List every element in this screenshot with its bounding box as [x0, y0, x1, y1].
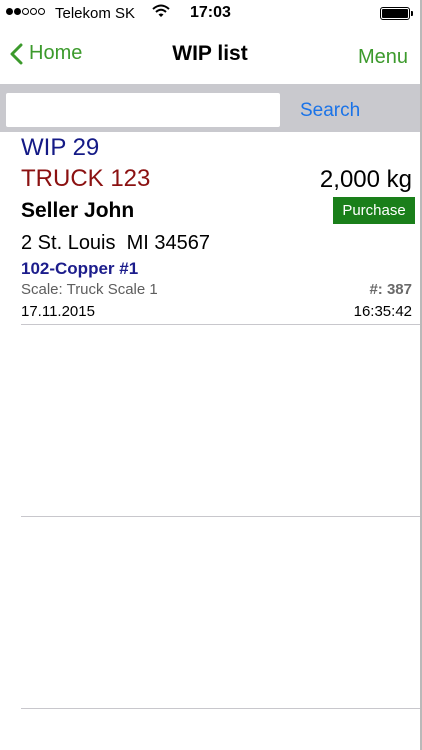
status-bar: Telekom SK 17:03 — [0, 0, 420, 28]
wip-number: WIP 29 — [21, 134, 100, 161]
search-bar: Search — [0, 84, 420, 132]
row-separator — [21, 324, 420, 325]
material-label: 102-Copper #1 — [21, 259, 139, 278]
vehicle-label: TRUCK 123 — [21, 165, 151, 192]
wip-list-item[interactable]: WIP 29 TRUCK 123 2,000 kg Seller John Pu… — [0, 132, 420, 324]
item-time: 16:35:42 — [353, 303, 412, 320]
seller-address: 2 St. Louis MI 34567 — [21, 232, 211, 254]
seller-name: Seller John — [21, 199, 135, 222]
row-separator — [21, 708, 420, 709]
weight-value: 2,000 kg — [319, 166, 412, 193]
wifi-icon — [152, 4, 170, 22]
transaction-type-badge: Purchase — [333, 197, 415, 224]
search-input[interactable] — [6, 93, 280, 127]
scale-label: Scale: Truck Scale 1 — [21, 281, 158, 298]
battery-icon — [380, 7, 413, 20]
status-time: 17:03 — [190, 4, 231, 21]
signal-strength-icon — [6, 8, 45, 15]
ticket-number: #: 387 — [369, 281, 412, 298]
carrier-name: Telekom SK — [55, 5, 136, 22]
row-separator — [21, 516, 420, 517]
navigation-bar: Home WIP list Menu — [0, 28, 420, 84]
menu-button[interactable]: Menu — [358, 46, 408, 69]
item-date: 17.11.2015 — [21, 303, 95, 320]
search-button[interactable]: Search — [300, 100, 360, 122]
